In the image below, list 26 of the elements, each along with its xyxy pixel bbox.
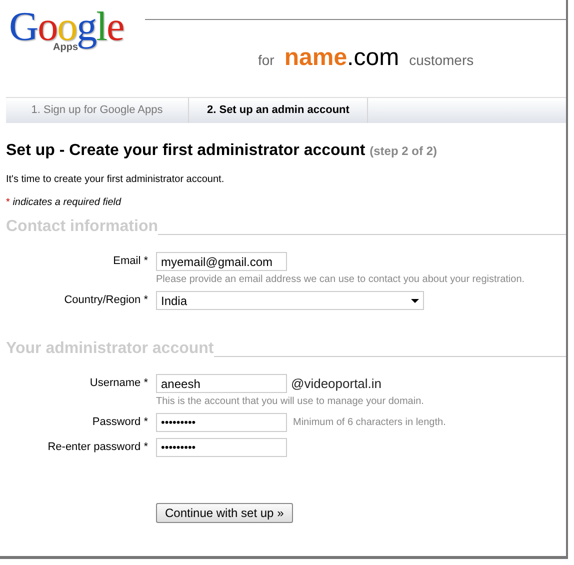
required-note: indicates a required field: [12, 197, 122, 208]
continue-button[interactable]: Continue with set up »: [156, 503, 293, 523]
password-field[interactable]: •••••••••: [156, 413, 287, 432]
customers-text: customers: [409, 52, 474, 68]
domain-suffix: @videoportal.in: [291, 376, 382, 391]
field-hint: This is the account that you will use to manage your domain.: [156, 396, 425, 407]
text-field[interactable]: aneesh: [156, 374, 287, 393]
field-label: Username *: [90, 377, 148, 389]
field-label: Password *: [92, 416, 148, 428]
required-mark: *: [6, 197, 10, 208]
field-hint: Minimum of 6 characters in length.: [293, 417, 446, 428]
country-dropdown[interactable]: India: [156, 291, 424, 310]
brand-name: name.com: [284, 44, 400, 72]
field-label: Email *: [113, 255, 148, 267]
for-text: for: [258, 52, 274, 68]
field-label: Re-enter password *: [48, 441, 148, 453]
field-hint: Please provide an email address we can use to contact you about your registration.: [156, 274, 526, 285]
text-field[interactable]: myemail@gmail.com: [156, 252, 287, 271]
step-count: (step 2 of 2): [370, 144, 437, 158]
field-label: Country/Region *: [64, 294, 148, 306]
step-tab[interactable]: 1. Sign up for Google Apps: [6, 98, 189, 123]
password-field[interactable]: •••••••••: [156, 438, 287, 457]
step-tab[interactable]: 2. Set up an admin account: [189, 98, 368, 123]
caret-icon: [411, 298, 419, 302]
intro-text: It's time to create your first administrator account.: [6, 174, 226, 185]
page-title: Set up - Create your first administrator account: [6, 142, 366, 159]
